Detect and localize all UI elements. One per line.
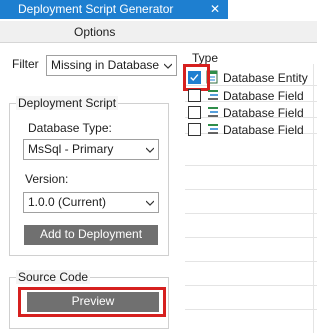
- version-label: Version:: [25, 172, 69, 186]
- filter-dropdown-value: Missing in Database: [51, 58, 160, 72]
- document-tab-bar: Deployment Script Generator ✕: [0, 0, 317, 19]
- row-label: Database Field: [223, 106, 304, 120]
- row-checkbox[interactable]: [188, 106, 201, 119]
- grid-line: [185, 189, 317, 190]
- grid-line: [185, 309, 317, 310]
- tab-title: Deployment Script Generator: [18, 2, 174, 16]
- chevron-down-icon: [146, 147, 154, 153]
- database-type-label: Database Type:: [28, 121, 112, 135]
- chevron-down-icon: [146, 200, 154, 206]
- tab-deployment-script-generator[interactable]: Deployment Script Generator ✕: [0, 0, 228, 19]
- database-type-dropdown[interactable]: MsSql - Primary: [23, 139, 159, 160]
- deployment-script-group-title: Deployment Script: [16, 96, 119, 110]
- options-menu[interactable]: Options: [74, 25, 115, 39]
- grid-line: [185, 237, 317, 238]
- version-value: 1.0.0 (Current): [28, 195, 107, 209]
- grid-line: [185, 285, 317, 286]
- add-to-deployment-button[interactable]: Add to Deployment: [24, 225, 158, 245]
- grid-line: [185, 261, 317, 262]
- database-field-icon: [208, 107, 218, 117]
- menu-bar: Options: [0, 21, 317, 43]
- close-icon[interactable]: ✕: [207, 1, 223, 18]
- type-row[interactable]: Database Field: [188, 121, 316, 137]
- row-checkbox[interactable]: [188, 123, 201, 136]
- type-column-header: Type: [192, 51, 219, 65]
- grid-line: [185, 165, 317, 166]
- row-label: Database Field: [223, 89, 304, 103]
- chevron-down-icon: [164, 63, 172, 69]
- filter-label: Filter: [12, 57, 39, 71]
- type-row[interactable]: Database Field: [188, 104, 316, 120]
- database-field-icon: [208, 90, 218, 100]
- row-label: Database Field: [223, 123, 304, 137]
- version-dropdown[interactable]: 1.0.0 (Current): [23, 192, 159, 213]
- row-checkbox[interactable]: [188, 89, 201, 102]
- grid-line: [185, 213, 317, 214]
- preview-highlight: [18, 287, 166, 317]
- database-type-value: MsSql - Primary: [28, 142, 114, 156]
- filter-dropdown[interactable]: Missing in Database: [46, 55, 177, 76]
- row-label: Database Entity: [223, 71, 308, 85]
- database-field-icon: [208, 124, 218, 134]
- source-code-group-title: Source Code: [16, 270, 91, 284]
- type-row[interactable]: Database Field: [188, 87, 316, 103]
